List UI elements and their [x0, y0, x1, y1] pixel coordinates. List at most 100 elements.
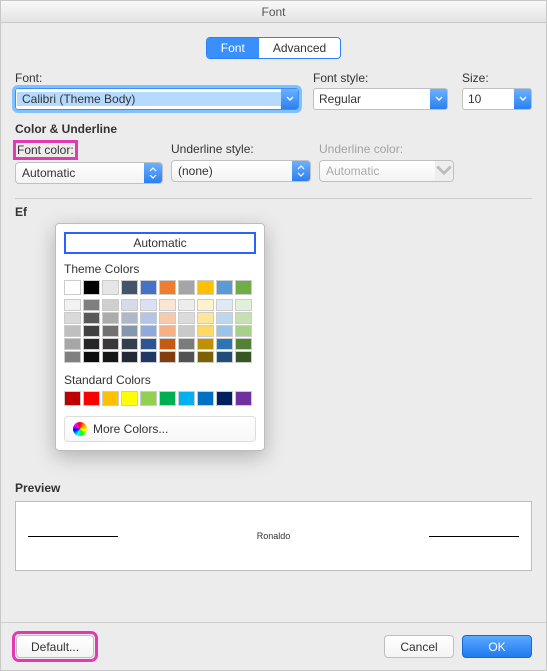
color-swatch[interactable] — [140, 312, 157, 324]
color-swatch[interactable] — [64, 391, 81, 406]
cancel-button[interactable]: Cancel — [384, 635, 454, 658]
color-swatch[interactable] — [140, 391, 157, 406]
underline-style-dropdown[interactable]: (none) — [171, 160, 311, 182]
color-underline-header: Color & Underline — [15, 122, 532, 136]
color-swatch[interactable] — [64, 299, 81, 311]
size-value: 10 — [463, 92, 514, 106]
more-colors-button[interactable]: More Colors... — [64, 416, 256, 442]
color-swatch[interactable] — [235, 312, 252, 324]
preview-text: Ronaldo — [237, 531, 311, 541]
color-swatch[interactable] — [197, 351, 214, 363]
font-combo[interactable]: Calibri (Theme Body) — [15, 88, 299, 110]
color-swatch[interactable] — [83, 280, 100, 295]
color-swatch[interactable] — [64, 325, 81, 337]
chevron-down-icon — [435, 161, 453, 181]
font-color-dropdown[interactable]: Automatic — [15, 162, 163, 184]
color-swatch[interactable] — [140, 299, 157, 311]
color-swatch[interactable] — [83, 312, 100, 324]
tab-font[interactable]: Font — [207, 38, 259, 58]
color-swatch[interactable] — [216, 299, 233, 311]
color-swatch[interactable] — [159, 391, 176, 406]
color-swatch[interactable] — [178, 299, 195, 311]
stepper-icon[interactable] — [292, 161, 310, 181]
color-swatch[interactable] — [83, 338, 100, 350]
color-swatch[interactable] — [121, 351, 138, 363]
color-swatch[interactable] — [121, 280, 138, 295]
color-swatch[interactable] — [197, 325, 214, 337]
color-swatch[interactable] — [64, 312, 81, 324]
color-swatch[interactable] — [216, 280, 233, 295]
font-style-value: Regular — [314, 92, 430, 106]
color-swatch[interactable] — [64, 280, 81, 295]
color-swatch[interactable] — [102, 312, 119, 324]
default-button[interactable]: Default... — [16, 635, 94, 658]
color-swatch[interactable] — [178, 338, 195, 350]
color-swatch[interactable] — [216, 391, 233, 406]
color-swatch[interactable] — [216, 325, 233, 337]
stepper-icon[interactable] — [144, 163, 162, 183]
font-style-combo[interactable]: Regular — [313, 88, 448, 110]
tab-advanced[interactable]: Advanced — [259, 38, 340, 58]
color-swatch[interactable] — [159, 351, 176, 363]
color-swatch[interactable] — [159, 312, 176, 324]
color-swatch[interactable] — [216, 338, 233, 350]
font-value: Calibri (Theme Body) — [17, 92, 281, 106]
color-swatch[interactable] — [197, 338, 214, 350]
ok-button[interactable]: OK — [462, 635, 532, 658]
color-swatch[interactable] — [159, 280, 176, 295]
color-swatch[interactable] — [216, 351, 233, 363]
chevron-down-icon[interactable] — [430, 89, 447, 109]
color-swatch[interactable] — [178, 351, 195, 363]
underline-color-value: Automatic — [320, 164, 435, 178]
preview-line — [28, 536, 118, 537]
color-swatch[interactable] — [102, 338, 119, 350]
color-swatch[interactable] — [102, 280, 119, 295]
color-swatch[interactable] — [140, 351, 157, 363]
color-swatch[interactable] — [178, 325, 195, 337]
underline-color-label: Underline color: — [319, 142, 454, 156]
color-swatch[interactable] — [197, 280, 214, 295]
color-swatch[interactable] — [64, 338, 81, 350]
color-swatch[interactable] — [140, 338, 157, 350]
color-swatch[interactable] — [121, 312, 138, 324]
color-swatch[interactable] — [159, 338, 176, 350]
chevron-down-icon[interactable] — [281, 89, 298, 109]
color-swatch[interactable] — [197, 391, 214, 406]
more-colors-label: More Colors... — [93, 422, 168, 436]
color-swatch[interactable] — [121, 338, 138, 350]
color-swatch[interactable] — [83, 351, 100, 363]
color-swatch[interactable] — [197, 312, 214, 324]
color-swatch[interactable] — [121, 325, 138, 337]
underline-style-value: (none) — [172, 164, 292, 178]
color-swatch[interactable] — [140, 325, 157, 337]
color-swatch[interactable] — [102, 299, 119, 311]
color-swatch[interactable] — [83, 391, 100, 406]
color-swatch[interactable] — [102, 351, 119, 363]
color-swatch[interactable] — [159, 325, 176, 337]
color-swatch[interactable] — [235, 338, 252, 350]
automatic-color[interactable]: Automatic — [64, 232, 256, 254]
color-swatch[interactable] — [197, 299, 214, 311]
color-swatch[interactable] — [235, 351, 252, 363]
color-swatch[interactable] — [121, 391, 138, 406]
color-swatch[interactable] — [102, 391, 119, 406]
color-swatch[interactable] — [121, 299, 138, 311]
color-swatch[interactable] — [102, 325, 119, 337]
color-swatch[interactable] — [178, 312, 195, 324]
color-swatch[interactable] — [235, 280, 252, 295]
color-swatch[interactable] — [178, 391, 195, 406]
font-color-label: Font color: — [15, 142, 76, 158]
color-swatch[interactable] — [140, 280, 157, 295]
color-swatch[interactable] — [178, 280, 195, 295]
color-swatch[interactable] — [83, 299, 100, 311]
size-combo[interactable]: 10 — [462, 88, 532, 110]
color-swatch[interactable] — [216, 312, 233, 324]
color-swatch[interactable] — [235, 391, 252, 406]
color-swatch[interactable] — [64, 351, 81, 363]
chevron-down-icon[interactable] — [514, 89, 531, 109]
color-swatch[interactable] — [159, 299, 176, 311]
color-swatch[interactable] — [235, 299, 252, 311]
color-swatch[interactable] — [83, 325, 100, 337]
font-style-label: Font style: — [313, 71, 448, 85]
color-swatch[interactable] — [235, 325, 252, 337]
